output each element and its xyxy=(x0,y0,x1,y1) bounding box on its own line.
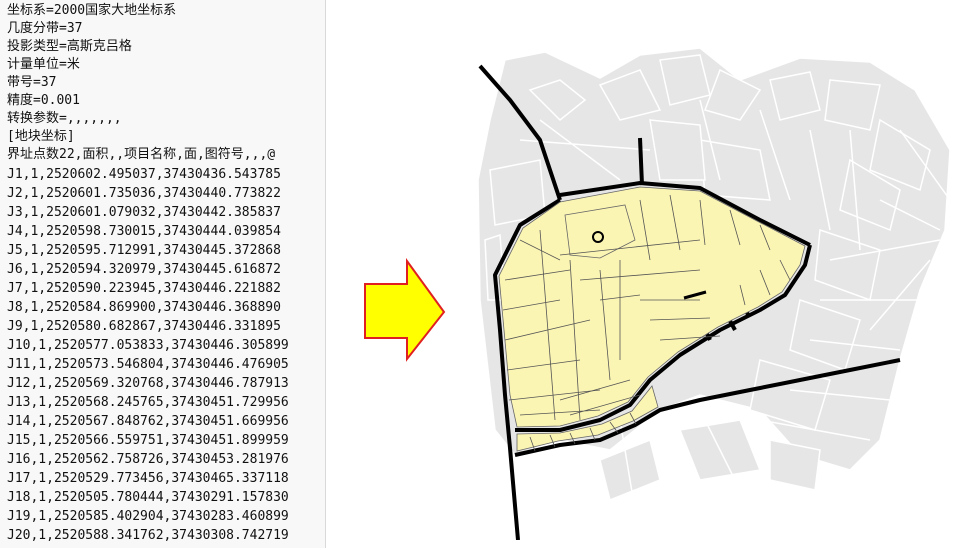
header-line: [地块坐标] xyxy=(7,129,75,144)
coordinate-line: J13,1,2520568.245765,37430451.729956 xyxy=(7,395,289,410)
coordinate-line: J16,1,2520562.758726,37430453.281976 xyxy=(7,452,289,467)
coordinate-line: J1,1,2520602.495037,37430436.543785 xyxy=(7,167,281,182)
coordinate-line: J5,1,2520595.712991,37430445.372868 xyxy=(7,243,281,258)
header-line: 转换参数=,,,,,,, xyxy=(7,111,122,126)
coordinate-line: J2,1,2520601.735036,37430440.773822 xyxy=(7,186,281,201)
coordinate-line: J14,1,2520567.848762,37430451.669956 xyxy=(7,414,289,429)
coordinate-line: J10,1,2520577.053833,37430446.305899 xyxy=(7,338,289,353)
header-line: 精度=0.001 xyxy=(7,93,80,108)
coordinate-line: J19,1,2520585.402904,37430283.460899 xyxy=(7,509,289,524)
coordinate-line: J6,1,2520594.320979,37430445.616872 xyxy=(7,262,281,277)
coordinate-line: J17,1,2520529.773456,37430465.337118 xyxy=(7,471,289,486)
coordinate-line: J15,1,2520566.559751,37430451.899959 xyxy=(7,433,289,448)
header-line: 投影类型=高斯克吕格 xyxy=(7,39,132,54)
coordinate-line: J4,1,2520598.730015,37430444.039854 xyxy=(7,224,281,239)
header-line: 几度分带=37 xyxy=(7,21,83,36)
header-line: 计量单位=米 xyxy=(7,57,80,72)
coordinate-line: J9,1,2520580.682867,37430446.331895 xyxy=(7,319,281,334)
arrow-shape xyxy=(364,258,446,362)
coordinate-file-panel: 坐标系=2000国家大地坐标系 几度分带=37 投影类型=高斯克吕格 计量单位=… xyxy=(0,0,326,548)
coordinate-line: J12,1,2520569.320768,37430446.787913 xyxy=(7,376,289,391)
coordinate-line: J11,1,2520573.546804,37430446.476905 xyxy=(7,357,289,372)
parcel-map xyxy=(477,47,951,540)
coordinate-line: J18,1,2520505.780444,37430291.157830 xyxy=(7,490,289,505)
header-line: 坐标系=2000国家大地坐标系 xyxy=(7,3,177,18)
coordinate-line: J20,1,2520588.341762,37430308.742719 xyxy=(7,528,289,543)
coordinate-line: J3,1,2520601.079032,37430442.385837 xyxy=(7,205,281,220)
header-line: 界址点数22,面积,,项目名称,面,图符号,,,@ xyxy=(7,147,276,162)
coordinate-line: J8,1,2520584.869900,37430446.368890 xyxy=(7,300,281,315)
coordinate-line: J7,1,2520590.223945,37430446.221882 xyxy=(7,281,281,296)
header-line: 带号=37 xyxy=(7,75,57,90)
right-arrow-icon xyxy=(364,258,446,362)
